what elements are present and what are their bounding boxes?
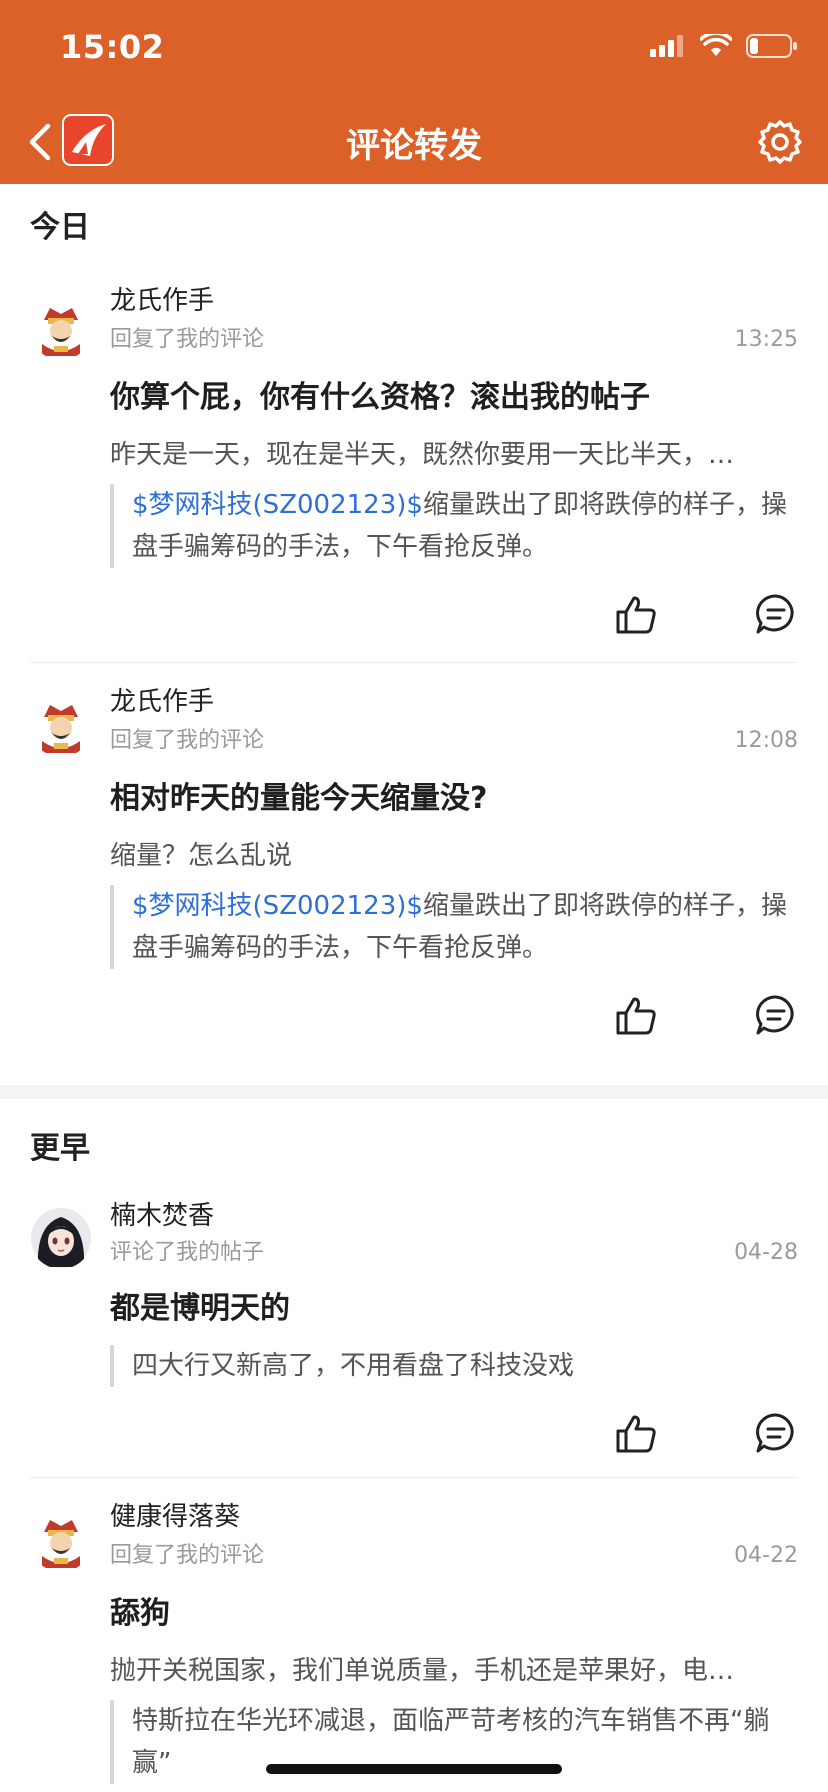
item-username[interactable]: 龙氏作手 [110,276,798,320]
avatar[interactable] [30,1207,92,1269]
gear-icon[interactable] [756,118,804,166]
divider [30,662,798,663]
item-time: 04-28 [734,1240,798,1265]
status-time: 15:02 [60,28,165,66]
item-quote[interactable]: 四大行又新高了，不用看盘了科技没戏 [110,1345,798,1387]
comment-icon[interactable] [754,1411,798,1455]
caishen-avatar-icon [31,299,91,359]
item-time: 13:25 [734,327,798,352]
section-header-earlier: 更早 [30,1131,90,1166]
item-actions [110,586,798,656]
page-title: 评论转发 [346,126,482,166]
battery-icon [746,34,797,58]
item-time: 12:08 [734,728,798,753]
wifi-icon [700,34,732,56]
list-item[interactable]: 健康得落葵 回复了我的评论 04-22 舔狗 抛开关税国家，我们单说质量，手机还… [0,1492,828,1784]
status-icons [650,34,798,58]
home-indicator[interactable] [266,1764,562,1774]
item-username[interactable]: 健康得落葵 [110,1492,798,1536]
section-gap [0,1085,828,1099]
caishen-avatar-icon [31,1511,91,1571]
item-meta: 回复了我的评论 04-22 [110,1536,798,1576]
item-meta: 回复了我的评论 12:08 [110,721,798,761]
item-username[interactable]: 楠木焚香 [110,1197,798,1233]
item-title[interactable]: 你算个屁，你有什么资格？滚出我的帖子 [110,378,798,418]
item-actions [110,987,798,1057]
notification-list: 今日 龙氏作手 回复了我的评论 13:25 你算个屁，你有什么资格？滚出我的帖子… [0,184,828,1784]
divider [30,1477,798,1478]
item-action: 评论了我的帖子 [110,1240,265,1265]
list-item[interactable]: 楠木焚香 评论了我的帖子 04-28 都是博明天的 四大行又新高了，不用看盘了科… [0,1197,828,1475]
avatar[interactable] [30,298,92,360]
list-item[interactable]: 龙氏作手 回复了我的评论 13:25 你算个屁，你有什么资格？滚出我的帖子 昨天… [0,276,828,656]
item-quote[interactable]: $梦网科技(SZ002123)$缩量跌出了即将跌停的样子，操盘手骗筹码的手法，下… [110,484,798,568]
avatar[interactable] [30,1510,92,1572]
item-title[interactable]: 相对昨天的量能今天缩量没? [110,779,798,819]
thumbs-up-icon[interactable] [614,993,658,1037]
thumbs-up-icon[interactable] [614,592,658,636]
anime-girl-avatar-icon [31,1208,91,1268]
item-title[interactable]: 都是博明天的 [110,1289,798,1329]
item-reply[interactable]: 缩量？怎么乱说 [110,837,798,875]
status-bar: 15:02 [0,0,828,100]
item-username[interactable]: 龙氏作手 [110,677,798,721]
item-action: 回复了我的评论 [110,1543,265,1568]
item-reply[interactable]: 抛开关税国家，我们单说质量，手机还是苹果好，电… [110,1652,798,1690]
item-quote[interactable]: $梦网科技(SZ002123)$缩量跌出了即将跌停的样子，操盘手骗筹码的手法，下… [110,885,798,969]
signal-icon [650,35,683,57]
list-item[interactable]: 龙氏作手 回复了我的评论 12:08 相对昨天的量能今天缩量没? 缩量？怎么乱说… [0,677,828,1057]
stock-link[interactable]: $梦网科技(SZ002123)$ [132,490,423,520]
item-time: 04-22 [734,1543,798,1568]
item-reply[interactable]: 昨天是一天，现在是半天，既然你要用一天比半天，… [110,436,798,474]
avatar[interactable] [30,695,92,757]
item-action: 回复了我的评论 [110,327,265,352]
thumbs-up-icon[interactable] [614,1411,658,1455]
comment-icon[interactable] [754,993,798,1037]
item-actions [110,1405,798,1475]
item-action: 回复了我的评论 [110,728,265,753]
nav-bar: 评论转发 [0,100,828,184]
section-header-today: 今日 [30,210,90,245]
item-title[interactable]: 舔狗 [110,1594,798,1634]
item-meta: 评论了我的帖子 04-28 [110,1233,798,1273]
quote-text: 四大行又新高了，不用看盘了科技没戏 [132,1351,575,1381]
item-meta: 回复了我的评论 13:25 [110,320,798,360]
stock-link[interactable]: $梦网科技(SZ002123)$ [132,891,423,921]
caishen-avatar-icon [31,696,91,756]
comment-icon[interactable] [754,592,798,636]
